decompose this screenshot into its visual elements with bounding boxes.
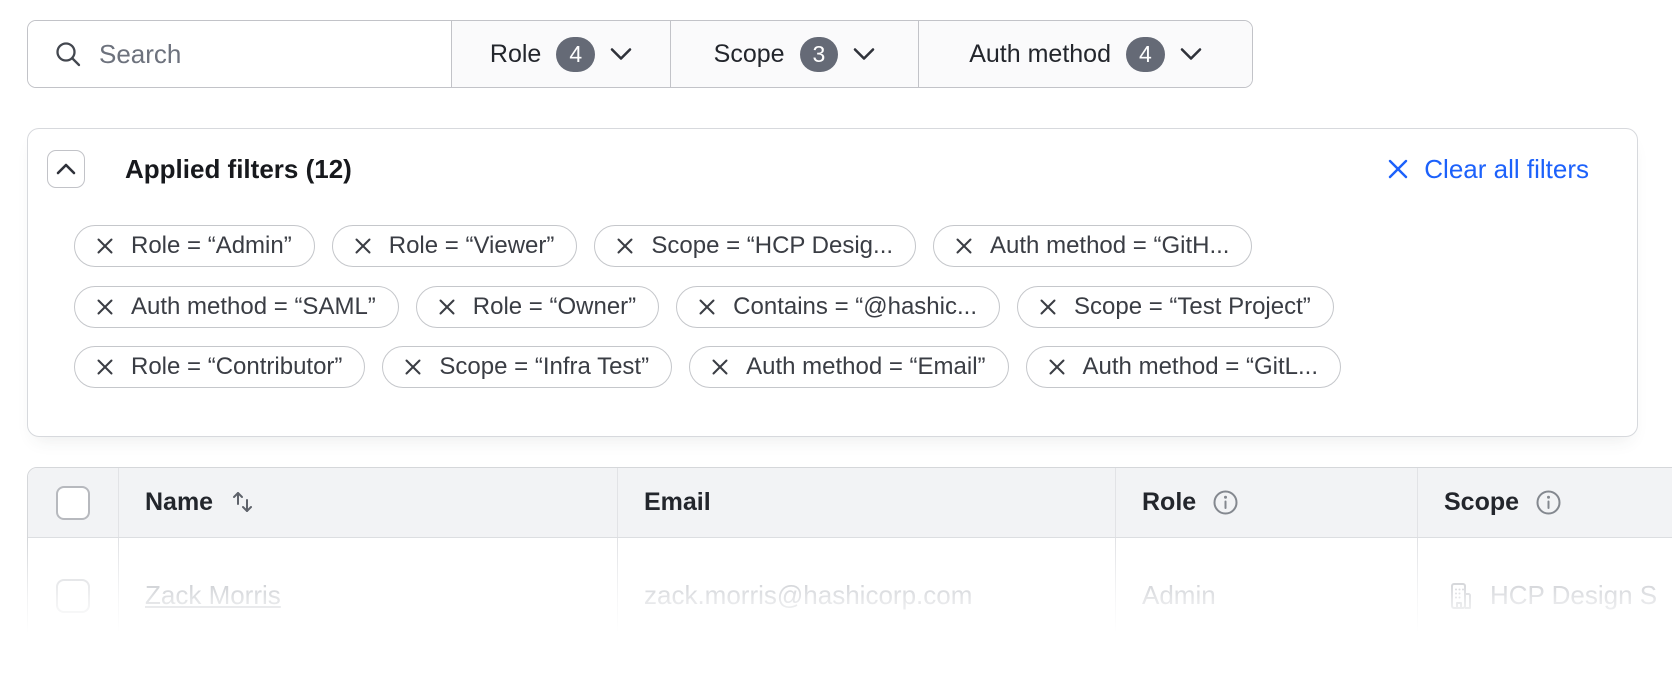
filter-pill[interactable]: Auth method = “Email”: [689, 346, 1008, 388]
search-input[interactable]: [99, 39, 451, 70]
user-role: Admin: [1142, 580, 1216, 611]
chevron-down-icon: [610, 47, 632, 61]
user-name-link[interactable]: Zack Morris: [145, 580, 281, 611]
filter-toolbar: Role 4 Scope 3 Auth method 4: [27, 20, 1253, 88]
organization-icon: [1444, 580, 1476, 612]
filter-pill-label: Auth method = “Email”: [746, 353, 985, 381]
filter-pill-label: Scope = “HCP Desig...: [651, 232, 893, 260]
filter-pill[interactable]: Auth method = “GitL...: [1026, 346, 1341, 388]
filter-pill-label: Role = “Owner”: [473, 293, 636, 321]
filter-pill-label: Role = “Contributor”: [131, 353, 342, 381]
row-cell-name: Zack Morris: [119, 538, 618, 653]
close-icon: [710, 357, 730, 377]
user-email: zack.morris@hashicorp.com: [644, 580, 972, 611]
header-cell-role[interactable]: Role: [1116, 468, 1418, 537]
close-icon: [403, 357, 423, 377]
row-cell-role: Admin: [1116, 538, 1418, 653]
scope-filter-label: Scope: [714, 40, 785, 69]
close-icon: [954, 236, 974, 256]
row-checkbox[interactable]: [56, 579, 90, 613]
filter-pill-label: Contains = “@hashic...: [733, 293, 977, 321]
filter-pill-label: Auth method = “SAML”: [131, 293, 376, 321]
user-scope: HCP Design S: [1490, 580, 1657, 611]
users-table: Name Email Role: [27, 467, 1672, 654]
close-icon: [1386, 157, 1410, 181]
auth-method-filter-dropdown[interactable]: Auth method 4: [918, 21, 1252, 87]
auth-method-filter-label: Auth method: [969, 40, 1111, 69]
close-icon: [353, 236, 373, 256]
filter-pill-label: Auth method = “GitH...: [990, 232, 1229, 260]
auth-method-filter-count-badge: 4: [1126, 37, 1165, 72]
scope-filter-count-badge: 3: [800, 37, 839, 72]
filter-pill[interactable]: Auth method = “GitH...: [933, 225, 1252, 267]
name-column-label: Name: [145, 488, 213, 517]
table-row: Zack Morris zack.morris@hashicorp.com Ad…: [28, 538, 1672, 653]
filter-pill[interactable]: Scope = “HCP Desig...: [594, 225, 916, 267]
applied-filters-header: Applied filters (12) Clear all filters: [47, 150, 1589, 188]
filter-pill-label: Scope = “Test Project”: [1074, 293, 1311, 321]
role-filter-label: Role: [490, 40, 541, 69]
close-icon: [95, 357, 115, 377]
row-cell-email: zack.morris@hashicorp.com: [618, 538, 1116, 653]
filter-pill-label: Scope = “Infra Test”: [439, 353, 649, 381]
chevron-down-icon: [1180, 47, 1202, 61]
filter-pill-label: Role = “Admin”: [131, 232, 292, 260]
applied-filters-title: Applied filters (12): [125, 154, 352, 185]
header-cell-scope[interactable]: Scope: [1418, 468, 1672, 537]
filter-pill[interactable]: Scope = “Infra Test”: [382, 346, 672, 388]
chevron-up-icon: [56, 163, 76, 175]
close-icon: [95, 297, 115, 317]
row-cell-scope: HCP Design S: [1418, 538, 1672, 653]
chevron-down-icon: [853, 47, 875, 61]
role-filter-count-badge: 4: [556, 37, 595, 72]
header-cell-select: [28, 468, 119, 537]
filter-pill[interactable]: Scope = “Test Project”: [1017, 286, 1334, 328]
filter-pill[interactable]: Contains = “@hashic...: [676, 286, 1000, 328]
filter-pill-row: Role = “Contributor” Scope = “Infra Test…: [74, 346, 1341, 388]
close-icon: [615, 236, 635, 256]
page: Role 4 Scope 3 Auth method 4: [0, 0, 1672, 690]
filter-pill[interactable]: Role = “Admin”: [74, 225, 315, 267]
select-all-checkbox[interactable]: [56, 486, 90, 520]
filter-pill-row: Role = “Admin” Role = “Viewer” Scope = “…: [74, 225, 1252, 267]
filter-pill[interactable]: Role = “Owner”: [416, 286, 659, 328]
sort-icon[interactable]: [229, 489, 256, 516]
filter-pill-row: Auth method = “SAML” Role = “Owner” Cont…: [74, 286, 1334, 328]
row-cell-select: [28, 538, 119, 653]
filter-pill[interactable]: Auth method = “SAML”: [74, 286, 399, 328]
role-column-label: Role: [1142, 488, 1196, 517]
filter-pill-label: Auth method = “GitL...: [1083, 353, 1318, 381]
collapse-panel-button[interactable]: [47, 150, 85, 188]
filter-pill-label: Role = “Viewer”: [389, 232, 555, 260]
applied-filters-panel: Applied filters (12) Clear all filters R…: [27, 128, 1638, 437]
close-icon: [95, 236, 115, 256]
close-icon: [697, 297, 717, 317]
scope-filter-dropdown[interactable]: Scope 3: [670, 21, 918, 87]
close-icon: [1038, 297, 1058, 317]
search-icon: [54, 40, 82, 68]
role-filter-dropdown[interactable]: Role 4: [451, 21, 670, 87]
close-icon: [1047, 357, 1067, 377]
close-icon: [437, 297, 457, 317]
clear-all-filters-button[interactable]: Clear all filters: [1386, 154, 1589, 185]
search-box[interactable]: [28, 21, 451, 87]
email-column-label: Email: [644, 488, 711, 517]
info-icon[interactable]: [1212, 489, 1239, 516]
filter-pill[interactable]: Role = “Viewer”: [332, 225, 578, 267]
clear-all-filters-label: Clear all filters: [1424, 154, 1589, 185]
header-cell-email[interactable]: Email: [618, 468, 1116, 537]
table-header-row: Name Email Role: [28, 468, 1672, 538]
scope-column-label: Scope: [1444, 488, 1519, 517]
header-cell-name[interactable]: Name: [119, 468, 618, 537]
filter-pill[interactable]: Role = “Contributor”: [74, 346, 365, 388]
info-icon[interactable]: [1535, 489, 1562, 516]
